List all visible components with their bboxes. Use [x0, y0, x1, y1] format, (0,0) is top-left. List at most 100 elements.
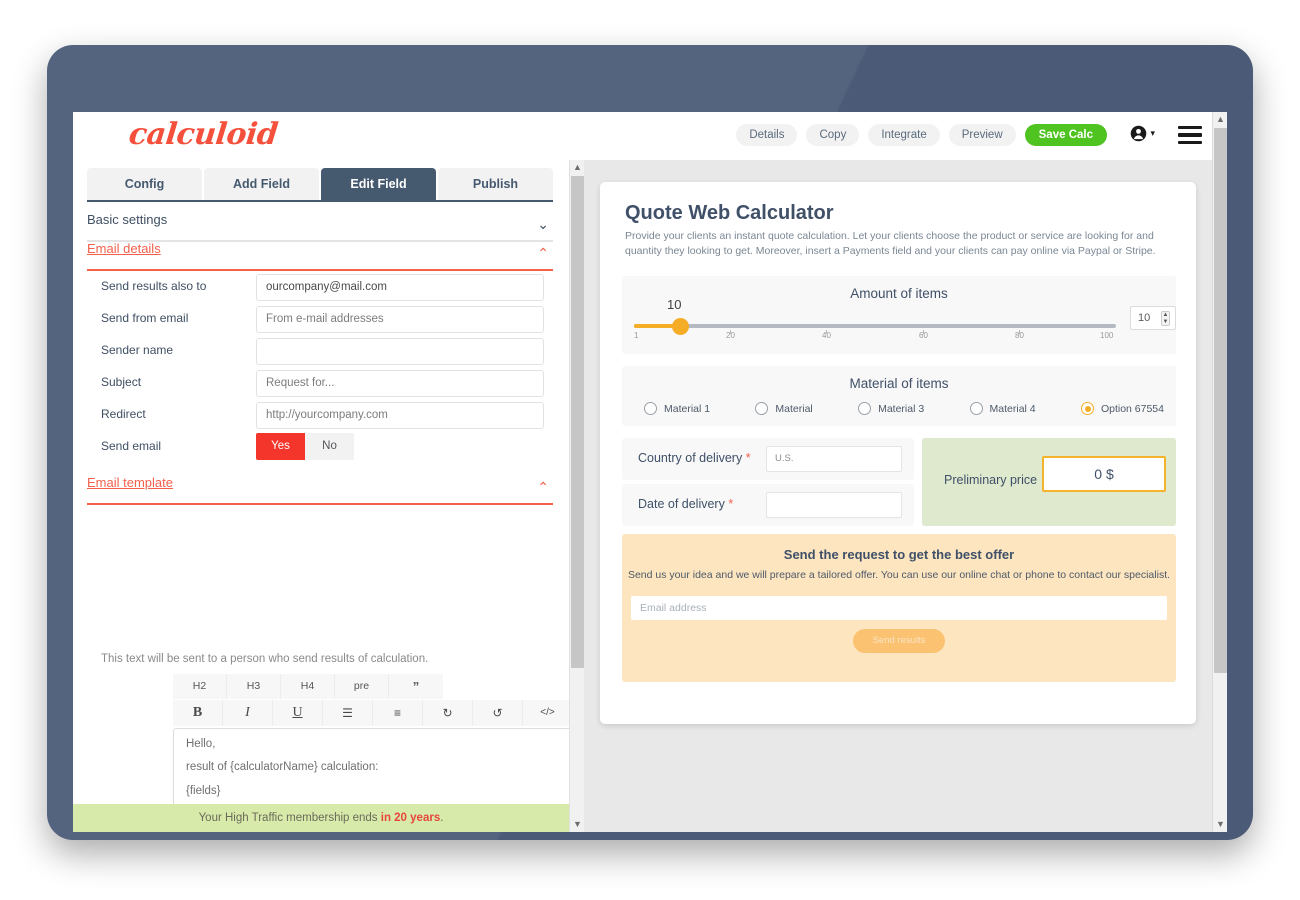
radio-icon	[755, 402, 769, 415]
scroll-down-icon[interactable]: ▼	[570, 817, 585, 832]
pre-button[interactable]: pre	[335, 674, 389, 699]
radio-option-67554[interactable]: Option 67554	[1080, 402, 1164, 415]
date-of-delivery-input[interactable]	[766, 492, 902, 518]
burger-line	[1178, 133, 1202, 137]
page-title: Quote Web Calculator	[625, 202, 834, 224]
slider-tick-label: 40	[822, 331, 831, 340]
amount-number-value: 10	[1138, 312, 1151, 324]
field-label: Sender name	[101, 343, 174, 357]
ordered-list-icon[interactable]: ≡	[373, 700, 423, 726]
tab-edit-field[interactable]: Edit Field	[321, 168, 436, 200]
scroll-up-icon[interactable]: ▲	[1213, 112, 1227, 127]
chevron-up-icon: ⌃	[537, 479, 549, 495]
radio-material-2[interactable]: Material	[755, 402, 813, 415]
bold-icon[interactable]: B	[173, 700, 223, 726]
membership-suffix: .	[440, 812, 444, 824]
section-email-template-label: Email template	[87, 475, 173, 490]
browser-window: calculoid Details Copy Integrate Preview…	[73, 112, 1227, 832]
integrate-button[interactable]: Integrate	[868, 124, 940, 146]
field-label: Send email	[101, 439, 162, 453]
calculoid-logo[interactable]: calculoid	[127, 117, 279, 152]
date-of-delivery-row: Date of delivery *	[622, 484, 914, 526]
send-email-yes[interactable]: Yes	[256, 433, 305, 460]
blockquote-icon[interactable]: ”	[389, 674, 443, 699]
code-icon[interactable]: </>	[523, 700, 569, 726]
hamburger-menu-icon[interactable]	[1178, 126, 1202, 148]
radio-icon	[644, 402, 657, 415]
radio-label: Material 4	[989, 402, 1036, 415]
editor-scrollbar[interactable]: ▲ ▼	[569, 160, 584, 832]
scrollbar-thumb[interactable]	[571, 176, 584, 668]
scroll-down-icon[interactable]: ▼	[1213, 817, 1227, 832]
send-from-email-input[interactable]: From e-mail addresses	[256, 306, 544, 333]
tab-config[interactable]: Config	[87, 168, 202, 200]
user-avatar-icon[interactable]: ▾	[1130, 125, 1155, 142]
country-of-delivery-input[interactable]: U.S.	[766, 446, 902, 472]
slider-ticks: 1 20 40 60 80 100	[634, 330, 1116, 347]
burger-line	[1178, 140, 1202, 144]
sender-name-input[interactable]	[256, 338, 544, 365]
save-calc-button[interactable]: Save Calc	[1024, 124, 1107, 146]
email-address-input[interactable]: Email address	[631, 596, 1167, 620]
radio-icon-selected	[1080, 402, 1094, 415]
material-radio-group: Material 1 Material Material 3 Material …	[644, 402, 1164, 415]
h2-button[interactable]: H2	[173, 674, 227, 699]
date-of-delivery-label: Date of delivery *	[638, 497, 733, 511]
amount-of-items-label: Amount of items	[850, 286, 948, 301]
italic-icon[interactable]: I	[223, 700, 273, 726]
row-send-from-email: Send from email From e-mail addresses	[101, 306, 556, 336]
chevron-down-icon: ▾	[1150, 128, 1155, 138]
send-results-also-to-input[interactable]: ourcompany@mail.com	[256, 274, 544, 301]
preview-button[interactable]: Preview	[948, 124, 1016, 146]
amount-slider[interactable]: 10 1 20 40 60 80 100	[634, 297, 1116, 342]
template-line: Hello,	[186, 738, 216, 750]
section-basic-settings[interactable]: Basic settings ⌄	[87, 212, 553, 242]
radio-label: Material 3	[878, 402, 925, 415]
chevron-down-icon: ⌄	[537, 216, 549, 232]
preliminary-price-block: Preliminary price 0 $	[922, 438, 1176, 526]
slider-tick-label: 1	[634, 331, 639, 340]
radio-material-3[interactable]: Material 3	[858, 402, 924, 415]
slider-tick-label: 80	[1015, 331, 1024, 340]
section-email-details[interactable]: Email details ⌃	[87, 241, 553, 271]
tab-add-field[interactable]: Add Field	[204, 168, 319, 200]
send-request-subtitle: Send us your idea and we will prepare a …	[627, 569, 1171, 581]
h4-button[interactable]: H4	[281, 674, 335, 699]
h3-button[interactable]: H3	[227, 674, 281, 699]
page-scrollbar[interactable]: ▲ ▼	[1212, 112, 1227, 832]
membership-highlight: in 20 years	[380, 812, 441, 824]
field-label: Send results also to	[101, 279, 207, 293]
field-label: Send from email	[101, 311, 189, 325]
radio-label: Option 67554	[1100, 402, 1164, 415]
section-email-details-label: Email details	[87, 241, 161, 256]
slider-tick-label: 100	[1100, 331, 1114, 340]
calculator-card: Quote Web Calculator Provide your client…	[600, 182, 1196, 724]
bullet-list-icon[interactable]: ☰	[323, 700, 373, 726]
radio-label: Material 1	[664, 402, 711, 415]
chevron-up-icon: ⌃	[537, 245, 549, 261]
template-line: result of {calculatorName} calculation:	[186, 761, 379, 774]
redo-icon[interactable]: ↻	[423, 700, 473, 726]
send-email-no[interactable]: No	[305, 433, 354, 460]
radio-material-4[interactable]: Material 4	[969, 402, 1036, 415]
details-button[interactable]: Details	[736, 124, 798, 146]
slider-value-bubble: 10	[667, 297, 682, 312]
redirect-input[interactable]: http://yourcompany.com	[256, 402, 544, 429]
page-description: Provide your clients an instant quote ca…	[625, 230, 1156, 258]
slider-track[interactable]	[634, 324, 1116, 328]
send-results-button[interactable]: Send results	[853, 629, 945, 653]
amount-number-input[interactable]: 10 ▲ ▼	[1130, 306, 1176, 330]
subject-input[interactable]: Request for...	[256, 370, 544, 397]
editor-block-toolbar: H2 H3 H4 pre ”	[173, 674, 443, 699]
scroll-up-icon[interactable]: ▲	[570, 160, 585, 175]
copy-button[interactable]: Copy	[806, 124, 860, 146]
number-stepper-icon[interactable]: ▲ ▼	[1161, 311, 1170, 326]
underline-icon[interactable]: U	[273, 700, 323, 726]
radio-material-1[interactable]: Material 1	[644, 402, 710, 415]
scrollbar-thumb[interactable]	[1214, 128, 1227, 673]
burger-line	[1178, 126, 1202, 130]
tab-publish[interactable]: Publish	[438, 168, 553, 200]
membership-prefix: Your High Traffic membership ends	[198, 812, 381, 824]
section-email-template[interactable]: Email template ⌃	[87, 475, 553, 505]
undo-icon[interactable]: ↺	[473, 700, 523, 726]
